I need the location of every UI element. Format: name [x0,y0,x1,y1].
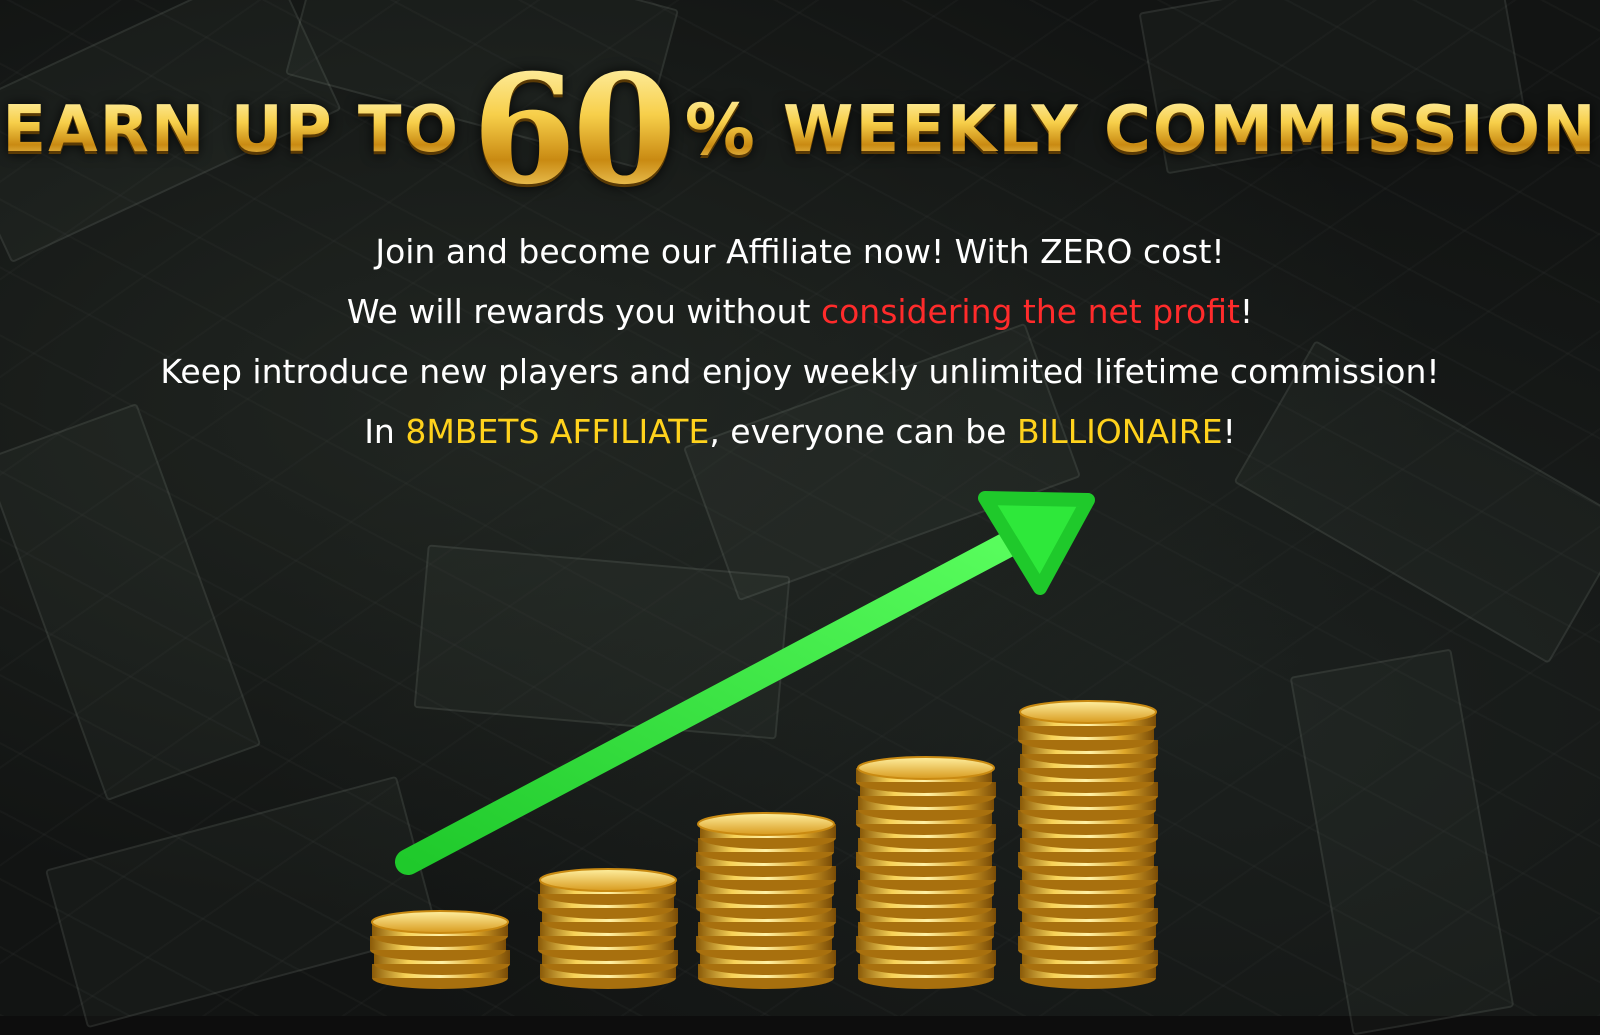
gold-coin-stack-icon [696,812,836,989]
gold-coin-stack-icon [370,910,510,989]
promo-line-2-text: We will rewards you without [346,292,821,331]
promo-line-1: Join and become our Affiliate now! With … [0,222,1600,282]
coin-top [857,756,995,780]
coin-top [697,812,835,836]
gold-coin-stack-icon [856,756,996,989]
promo-line-2: We will rewards you without considering … [0,282,1600,342]
promo-line-2-end: ! [1239,292,1254,331]
coin-stacks [370,700,1158,989]
promo-line-4: In 8MBETS AFFILIATE, everyone can be BIL… [0,402,1600,462]
coin-top [1019,700,1157,724]
headline: EARN UP TO 60 % WEEKLY COMMISSION [0,40,1600,220]
gold-coin-stack-icon [538,868,678,989]
promo-line-4-text: In [364,412,406,451]
promo-line-4-mid: , everyone can be [709,412,1017,451]
coin-top [539,868,677,892]
gold-coin-stack-icon [1018,700,1158,989]
headline-percent: % [684,89,757,171]
promo-line-4-end: ! [1222,412,1236,451]
headline-prefix: EARN UP TO [2,93,460,167]
promo-line-3-text: Keep introduce new players and enjoy wee… [160,352,1440,391]
growth-graphic [370,491,1158,989]
promo-line-3: Keep introduce new players and enjoy wee… [0,342,1600,402]
promo-text: Join and become our Affiliate now! With … [0,222,1600,462]
net-profit-highlight: considering the net profit [820,292,1240,331]
headline-number: 60 [471,42,677,218]
billionaire-highlight: BILLIONAIRE [1016,412,1223,451]
coin-top [371,910,509,934]
promo-line-1-text: Join and become our Affiliate now! With … [375,232,1225,271]
headline-suffix: WEEKLY COMMISSION [782,93,1598,167]
brand-highlight: 8MBETS AFFILIATE [405,412,710,451]
